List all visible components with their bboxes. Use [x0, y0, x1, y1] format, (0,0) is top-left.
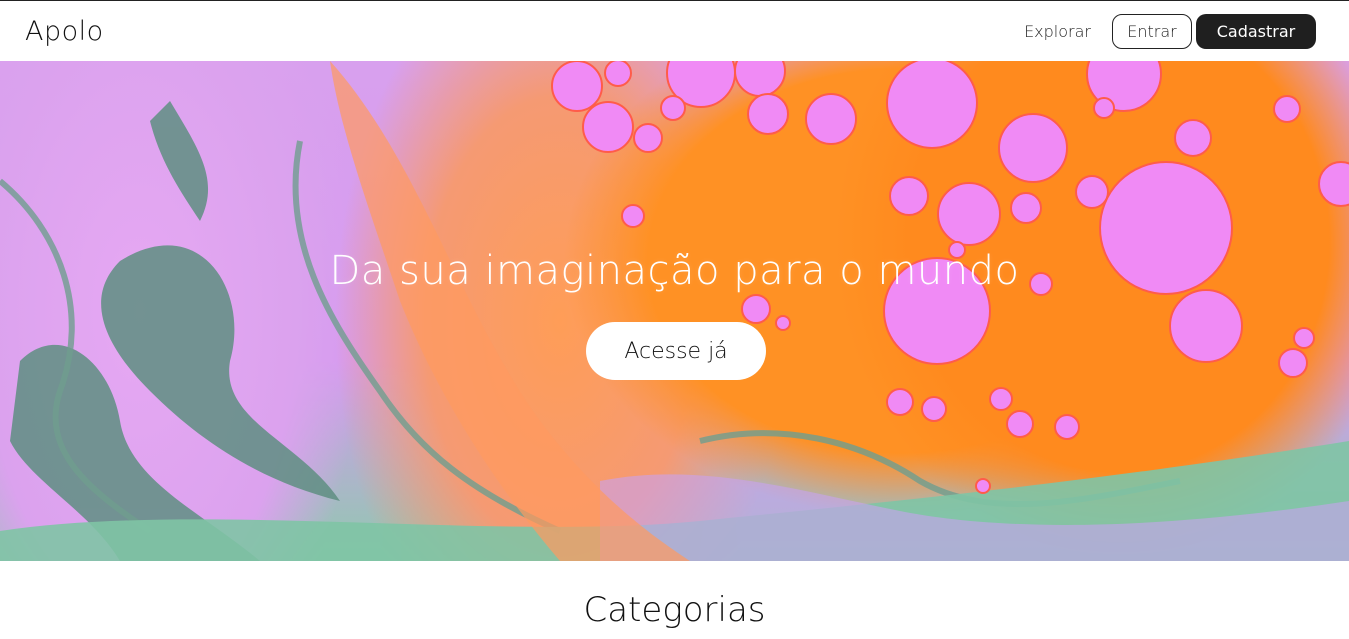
login-button[interactable]: Entrar: [1112, 13, 1192, 49]
top-navbar: Apolo Explorar Entrar Cadastrar: [0, 0, 1349, 61]
hero-banner: Da sua imaginação para o mundo Acesse já: [0, 61, 1349, 561]
hero-headline: Da sua imaginação para o mundo: [329, 248, 1020, 294]
categories-heading: Categorias: [583, 590, 766, 630]
main-nav: Explorar Entrar Cadastrar: [1024, 13, 1316, 49]
hero-background-image: [0, 61, 1349, 561]
signup-button[interactable]: Cadastrar: [1196, 13, 1316, 49]
access-now-button[interactable]: Acesse já: [586, 322, 766, 380]
explore-link[interactable]: Explorar: [1024, 22, 1091, 41]
brand-logo[interactable]: Apolo: [25, 16, 104, 47]
